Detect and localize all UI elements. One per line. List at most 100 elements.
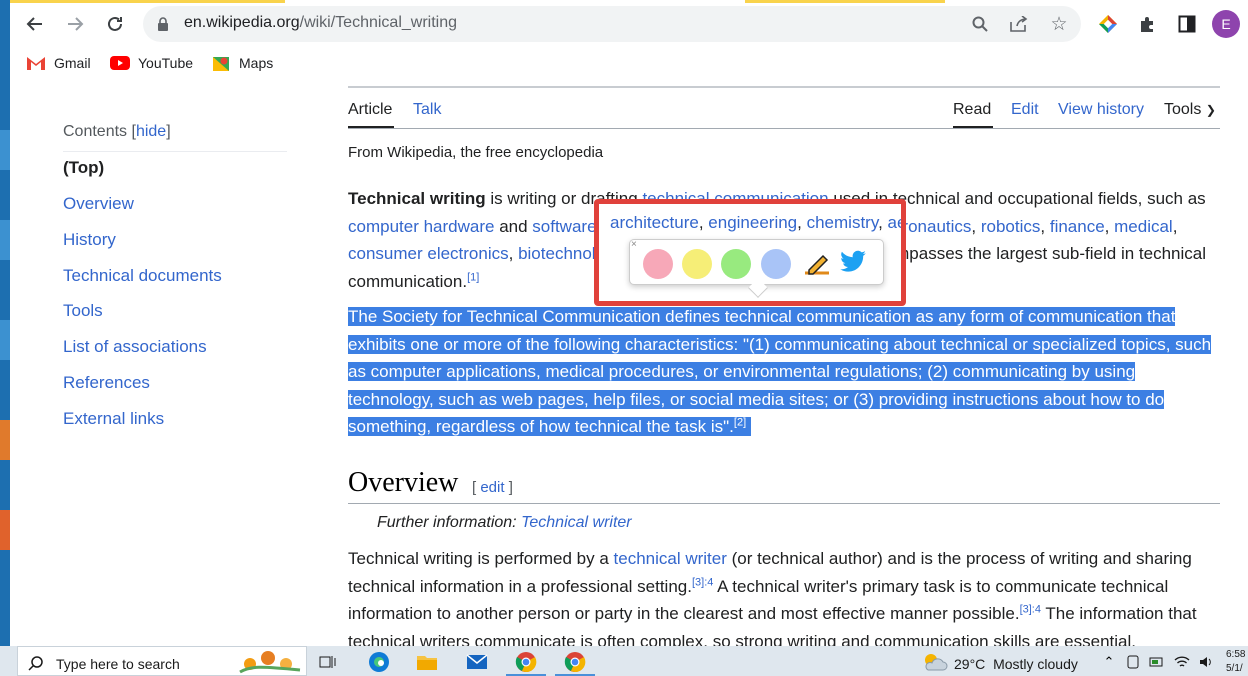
gmail-icon <box>26 55 46 71</box>
article-term: Technical writing <box>348 189 486 208</box>
lock-icon[interactable] <box>153 14 173 34</box>
toc-hide-link[interactable]: hide <box>136 123 166 140</box>
highlight-blue-button[interactable] <box>761 249 791 279</box>
pen-note-icon[interactable] <box>802 250 832 278</box>
highlight-pink-button[interactable] <box>643 249 673 279</box>
bookmark-maps[interactable]: Maps <box>211 55 273 71</box>
bookmarks-bar <box>10 48 1248 78</box>
toc-item-external-links[interactable]: External links <box>63 409 164 429</box>
taskbar-clock[interactable]: 6:58 5/1/ <box>1226 648 1245 676</box>
url-text[interactable]: en.wikipedia.org/wiki/Technical_writing <box>184 14 457 32</box>
profile-avatar[interactable]: E <box>1212 10 1240 38</box>
share-icon[interactable] <box>1009 14 1029 34</box>
toc-item-history[interactable]: History <box>63 230 116 250</box>
link-software[interactable]: software <box>532 217 596 236</box>
link-robotics[interactable]: robotics <box>981 217 1041 236</box>
link-chemistry-behind[interactable]: chemistry <box>807 213 878 232</box>
tab-tools[interactable]: Tools ❯ <box>1164 101 1216 119</box>
bookmark-label: Gmail <box>54 55 91 71</box>
task-view-icon[interactable] <box>316 651 340 673</box>
tab-view-history[interactable]: View history <box>1058 101 1144 119</box>
taskbar-search-placeholder: Type here to search <box>56 656 180 672</box>
highlight-green-button[interactable] <box>721 249 751 279</box>
twitter-icon[interactable] <box>839 250 867 276</box>
search-highlight-flowers-icon <box>236 646 304 676</box>
link-consumer-electronics[interactable]: consumer electronics <box>348 244 509 263</box>
citation-link[interactable]: [3]:4 <box>1020 603 1041 615</box>
url-host: en.wikipedia.org <box>184 14 300 31</box>
volume-icon[interactable] <box>1194 651 1218 673</box>
citation-link[interactable]: [3]:4 <box>692 576 713 588</box>
section-edit: [ edit ] <box>472 479 513 496</box>
bookmark-star-icon[interactable]: ☆ <box>1049 14 1069 35</box>
tab-edit[interactable]: Edit <box>1011 101 1039 119</box>
chevron-up-icon[interactable]: ⌃ <box>1097 651 1121 673</box>
bookmark-youtube[interactable]: YouTube <box>110 55 193 71</box>
chrome-profile-icon[interactable] <box>563 651 587 673</box>
link-engineering-behind[interactable]: engineering <box>708 213 797 232</box>
highlight-yellow-button[interactable] <box>682 249 712 279</box>
wifi-icon[interactable] <box>1170 651 1194 673</box>
link-technical-writer[interactable]: Technical writer <box>521 514 632 531</box>
toc-item-tools[interactable]: Tools <box>63 301 103 321</box>
desktop-icon[interactable] <box>0 320 10 360</box>
desktop-icon[interactable] <box>0 510 10 550</box>
tab-talk[interactable]: Talk <box>413 101 441 119</box>
link-aeronautics-behind[interactable]: aeronautics <box>888 213 901 232</box>
citation-link[interactable]: [1] <box>467 271 479 283</box>
desktop-icon[interactable] <box>0 220 10 260</box>
extensions-puzzle-icon[interactable] <box>1137 13 1159 35</box>
link-computer-hardware[interactable]: computer hardware <box>348 217 494 236</box>
toc-item-overview[interactable]: Overview <box>63 194 134 214</box>
tab-strip-accent <box>10 0 285 3</box>
extension-colorful-icon[interactable] <box>1097 13 1119 35</box>
bookmark-gmail[interactable]: Gmail <box>26 55 91 71</box>
close-icon[interactable]: × <box>631 239 637 250</box>
link-finance[interactable]: finance <box>1050 217 1105 236</box>
article-paragraph-overview: Technical writing is performed by a tech… <box>348 549 1197 651</box>
desktop-icon[interactable] <box>0 420 10 460</box>
url-path: /wiki/Technical_writing <box>299 14 458 31</box>
weather-readout[interactable]: 29°C Mostly cloudy <box>954 656 1078 672</box>
toc-item-list-of-associations[interactable]: List of associations <box>63 337 207 357</box>
back-icon[interactable] <box>21 10 49 38</box>
side-panel-icon[interactable] <box>1176 13 1198 35</box>
section-divider <box>348 503 1220 504</box>
article-paragraph-selected: The Society for Technical Communication … <box>348 303 1220 441</box>
link-architecture-behind[interactable]: architecture <box>610 213 699 232</box>
clock-date: 5/1/ <box>1226 663 1243 674</box>
link-technical-writer-inline[interactable]: technical writer <box>614 549 727 568</box>
toc-item-top[interactable]: (Top) <box>63 158 104 178</box>
selected-text: The Society for Technical Communication … <box>348 307 1212 436</box>
forward-icon[interactable] <box>61 10 89 38</box>
desktop-edge <box>0 0 10 646</box>
toc-divider <box>63 151 287 152</box>
page-header-divider <box>348 86 1220 88</box>
section-edit-link[interactable]: edit <box>480 479 504 496</box>
citation-link[interactable]: [2] <box>734 416 746 428</box>
toc-item-references[interactable]: References <box>63 373 150 393</box>
mail-icon[interactable] <box>465 651 489 673</box>
clock-time: 6:58 <box>1226 649 1246 660</box>
weather-temp: 29°C <box>954 656 986 672</box>
tabs-divider <box>348 128 1220 129</box>
chrome-icon[interactable] <box>514 651 538 673</box>
tab-read[interactable]: Read <box>953 101 991 119</box>
toc-title: Contents [hide] <box>63 123 171 140</box>
chevron-down-icon: ❯ <box>1205 103 1216 117</box>
maps-icon <box>211 55 231 71</box>
underlying-links: architecture, engineering, chemistry, ae… <box>610 213 901 233</box>
search-icon[interactable] <box>970 14 990 34</box>
reload-icon[interactable] <box>101 10 129 38</box>
desktop-icon[interactable] <box>0 130 10 170</box>
file-explorer-icon[interactable] <box>415 651 439 673</box>
tab-article[interactable]: Article <box>348 101 392 119</box>
cloudy-weather-icon[interactable] <box>922 652 948 672</box>
toc-item-technical-documents[interactable]: Technical documents <box>63 266 222 286</box>
edge-browser-icon[interactable] <box>367 651 391 673</box>
link-medical[interactable]: medical <box>1114 217 1173 236</box>
meet-now-icon[interactable] <box>1121 651 1145 673</box>
youtube-icon <box>110 55 130 71</box>
battery-icon[interactable] <box>1145 651 1169 673</box>
bookmark-label: YouTube <box>138 55 194 71</box>
